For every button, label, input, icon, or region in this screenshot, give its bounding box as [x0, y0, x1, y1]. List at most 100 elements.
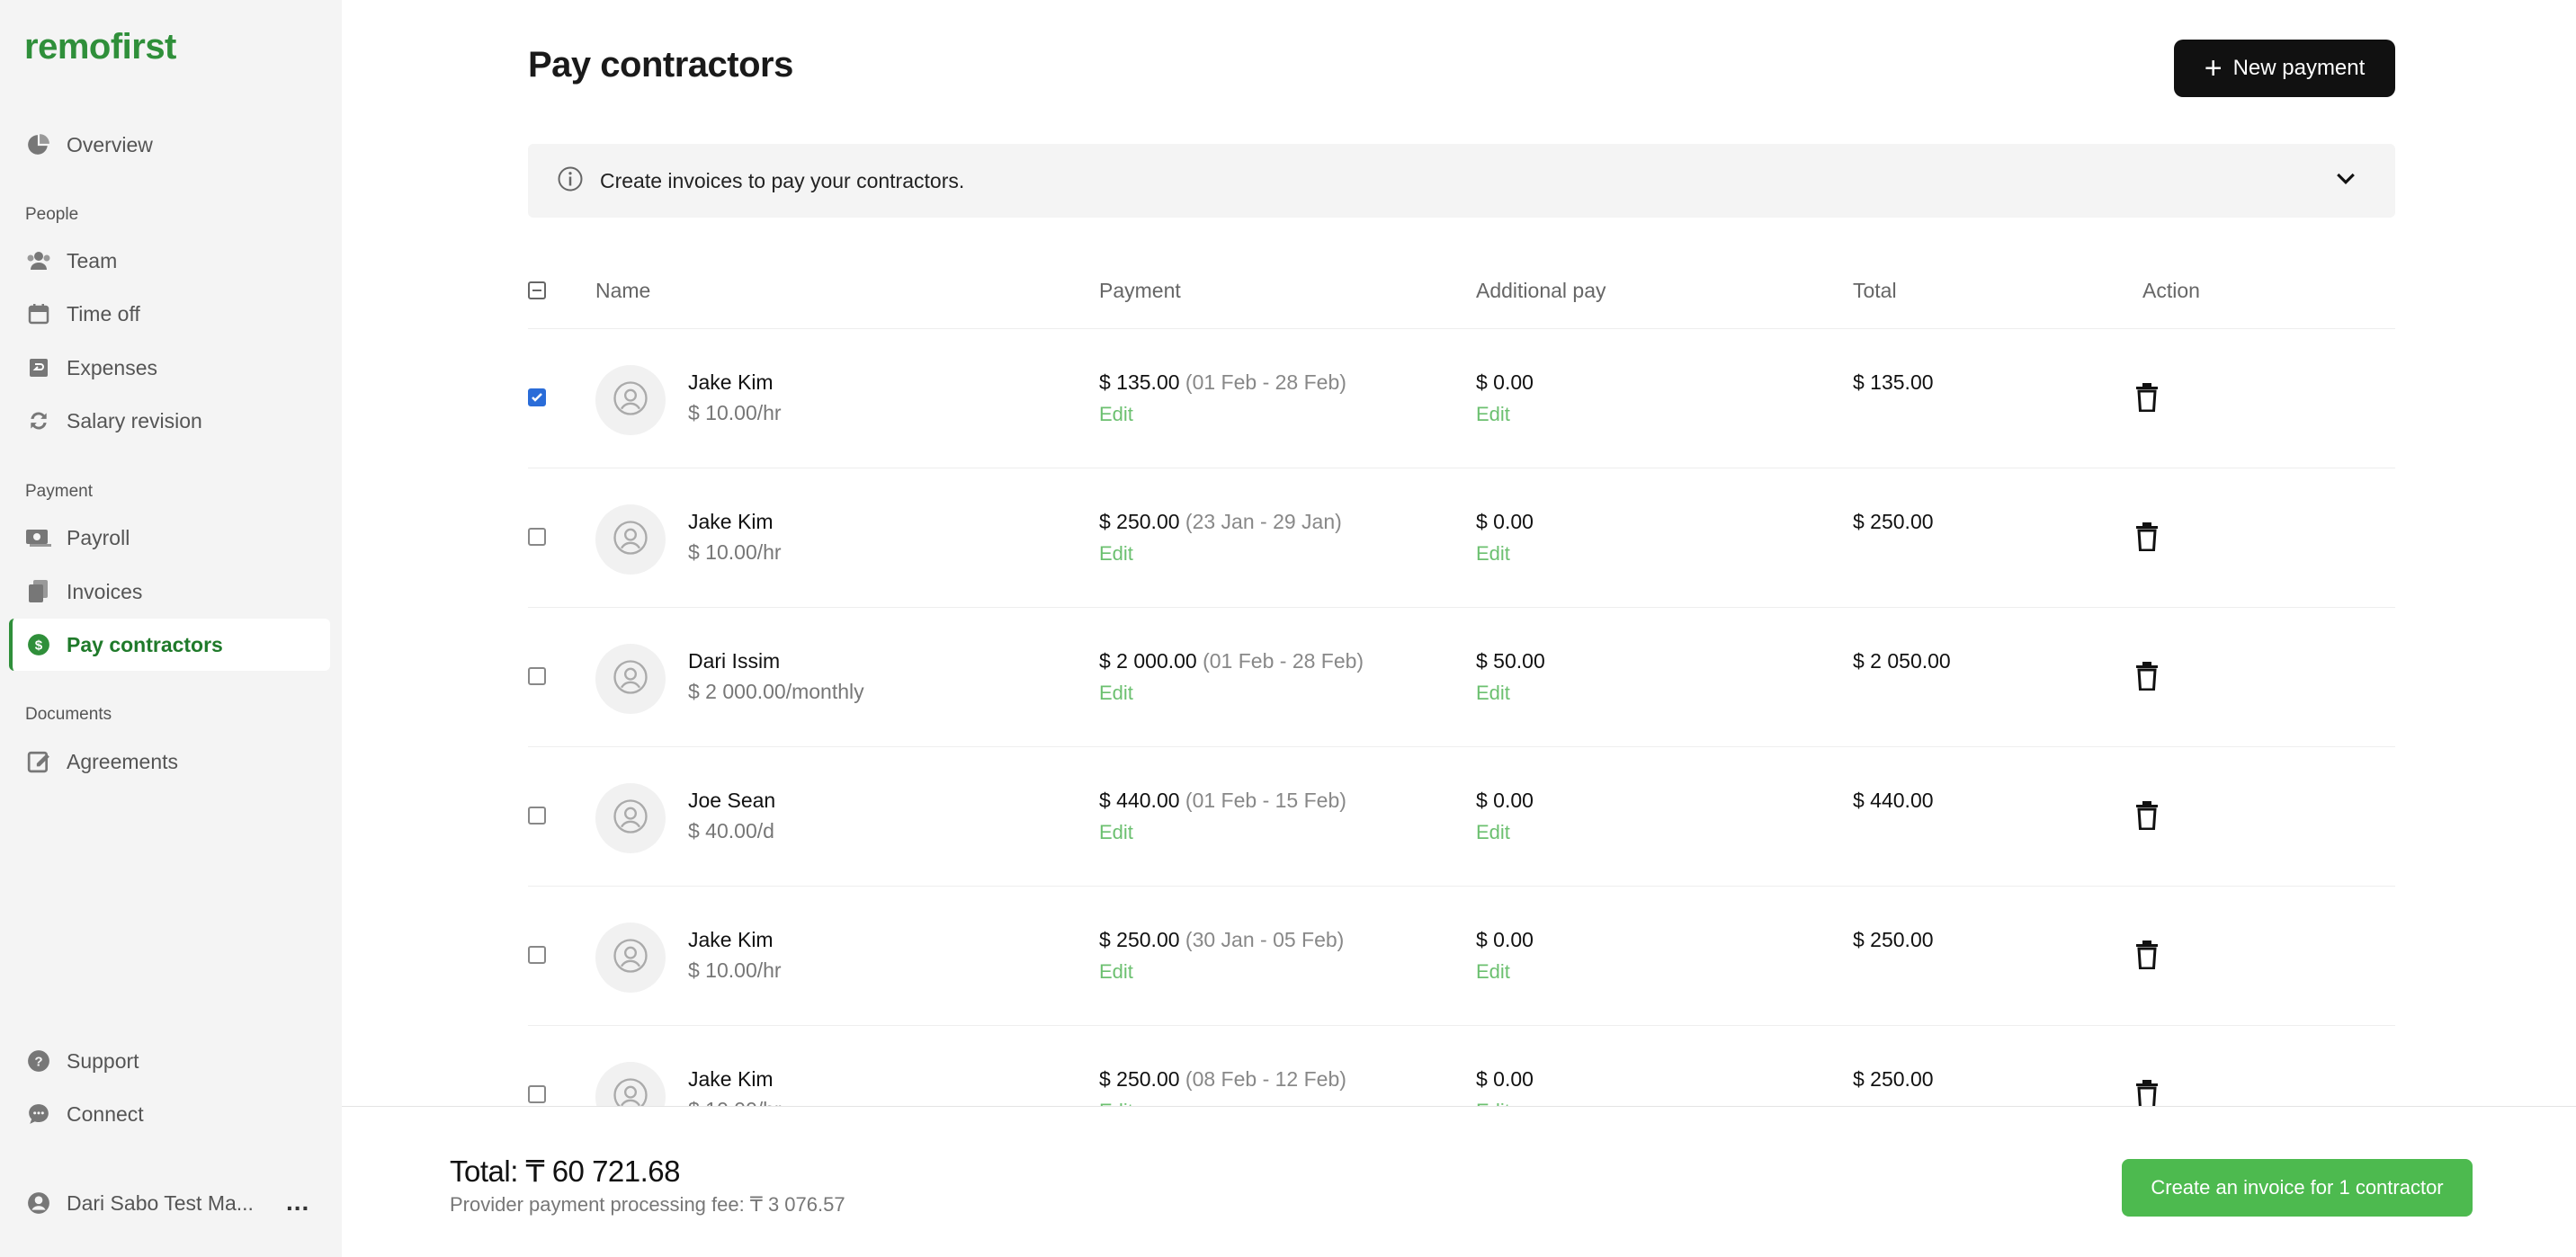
user-placeholder-icon	[613, 380, 648, 421]
info-banner[interactable]: Create invoices to pay your contractors.	[528, 144, 2395, 218]
new-payment-label: New payment	[2232, 56, 2366, 80]
payment-amount: $ 250.00 (30 Jan - 05 Feb)	[1099, 928, 1344, 952]
edit-payment-link[interactable]: Edit	[1099, 542, 1133, 566]
user-placeholder-icon	[613, 798, 648, 839]
avatar	[595, 783, 666, 853]
sidebar-item-label: Team	[67, 248, 118, 272]
sidebar-item-pay-contractors[interactable]: $ Pay contractors	[9, 619, 330, 671]
edit-additional-pay-link[interactable]: Edit	[1476, 821, 1510, 844]
edit-payment-link[interactable]: Edit	[1099, 821, 1133, 844]
indeterminate-icon	[532, 290, 541, 291]
payment-period: (30 Jan - 05 Feb)	[1185, 928, 1345, 951]
avatar	[595, 504, 666, 575]
sidebar-item-payroll[interactable]: Payroll	[9, 512, 330, 564]
user-placeholder-icon	[613, 938, 648, 978]
more-options-icon[interactable]: ...	[286, 1188, 309, 1217]
sidebar-item-label: Support	[67, 1048, 139, 1073]
edit-payment-link[interactable]: Edit	[1099, 960, 1133, 984]
payment-period: (08 Feb - 12 Feb)	[1185, 1067, 1346, 1091]
row-total: $ 440.00	[1853, 789, 1934, 812]
sidebar-item-expenses[interactable]: Expenses	[9, 342, 330, 394]
refresh-icon	[25, 407, 52, 434]
row-checkbox[interactable]	[528, 807, 546, 825]
payment-period: (01 Feb - 28 Feb)	[1185, 370, 1346, 394]
edit-additional-pay-link[interactable]: Edit	[1476, 682, 1510, 705]
sidebar-item-support[interactable]: ? Support	[9, 1035, 330, 1087]
check-icon	[532, 393, 542, 402]
edit-additional-pay-link[interactable]: Edit	[1476, 960, 1510, 984]
contractor-name: Jake Kim	[688, 928, 774, 951]
contractor-name: Jake Kim	[688, 510, 774, 533]
sidebar-item-connect[interactable]: Connect	[9, 1088, 330, 1140]
header-additional-pay: Additional pay	[1476, 279, 1606, 302]
row-checkbox[interactable]	[528, 528, 546, 546]
payment-amount: $ 135.00 (01 Feb - 28 Feb)	[1099, 370, 1346, 395]
footer-bar: Total: ₸ 60 721.68 Provider payment proc…	[342, 1106, 2576, 1257]
info-text: Create invoices to pay your contractors.	[600, 168, 965, 192]
sidebar-item-label: Pay contractors	[67, 632, 223, 656]
edit-additional-pay-link[interactable]: Edit	[1476, 403, 1510, 426]
row-checkbox[interactable]	[528, 1085, 546, 1103]
trash-icon[interactable]	[2135, 522, 2159, 556]
edit-payment-link[interactable]: Edit	[1099, 682, 1133, 705]
dollar-circle-icon: $	[25, 631, 52, 658]
chevron-down-icon[interactable]	[2332, 165, 2359, 197]
table-row: Joe Sean $ 40.00/d $ 440.00 (01 Feb - 15 F…	[528, 747, 2395, 887]
svg-text:?: ?	[34, 1054, 42, 1069]
trash-icon[interactable]	[2135, 801, 2159, 834]
user-menu[interactable]: Dari Sabo Test Ma... ...	[9, 1177, 330, 1229]
money-icon	[25, 524, 52, 551]
avatar	[595, 923, 666, 993]
payment-amount: $ 2 000.00 (01 Feb - 28 Feb)	[1099, 649, 1364, 673]
calendar-icon	[25, 300, 52, 327]
sidebar-item-invoices[interactable]: Invoices	[9, 566, 330, 618]
trash-icon[interactable]	[2135, 383, 2159, 416]
payment-value: $ 135.00	[1099, 370, 1180, 394]
additional-pay: $ 0.00	[1476, 370, 1534, 394]
sidebar-item-agreements[interactable]: Agreements	[9, 735, 330, 788]
table-row: Dari Issim $ 2 000.00/monthly $ 2 000.00 (…	[528, 608, 2395, 747]
select-all-checkbox[interactable]	[528, 281, 546, 299]
new-payment-button[interactable]: + New payment	[2174, 40, 2395, 97]
contractor-rate: $ 10.00/hr	[688, 540, 782, 564]
row-total: $ 135.00	[1853, 370, 1934, 394]
row-checkbox[interactable]	[528, 946, 546, 964]
payment-value: $ 440.00	[1099, 789, 1180, 812]
payment-value: $ 2 000.00	[1099, 649, 1197, 673]
row-total: $ 250.00	[1853, 1067, 1934, 1091]
sidebar-item-overview[interactable]: Overview	[9, 119, 330, 171]
additional-pay: $ 0.00	[1476, 928, 1534, 951]
sidebar-item-time-off[interactable]: Time off	[9, 288, 330, 340]
sidebar-item-label: Expenses	[67, 355, 158, 379]
additional-pay: $ 0.00	[1476, 789, 1534, 812]
edit-additional-pay-link[interactable]: Edit	[1476, 542, 1510, 566]
brand-logo[interactable]: remofirst	[24, 27, 176, 67]
table-row: Jake Kim $ 10.00/hr $ 250.00 (30 Jan - 05 …	[528, 887, 2395, 1026]
users-icon	[25, 247, 52, 274]
receipt-icon	[25, 354, 52, 381]
section-label-people: People	[25, 205, 79, 224]
contractor-name: Jake Kim	[688, 1067, 774, 1091]
contractor-rate: $ 10.00/hr	[688, 401, 782, 424]
sidebar-item-label: Agreements	[67, 749, 179, 773]
plus-icon: +	[2204, 51, 2223, 85]
create-invoice-button[interactable]: Create an invoice for 1 contractor	[2122, 1159, 2473, 1217]
payment-value: $ 250.00	[1099, 1067, 1180, 1091]
row-total: $ 2 050.00	[1853, 649, 1951, 673]
sidebar-item-salary-revision[interactable]: Salary revision	[9, 395, 330, 447]
sidebar-item-label: Salary revision	[67, 408, 202, 432]
trash-icon[interactable]	[2135, 941, 2159, 974]
edit-payment-link[interactable]: Edit	[1099, 403, 1133, 426]
footer-total: Total: ₸ 60 721.68	[450, 1154, 681, 1188]
row-checkbox[interactable]	[528, 388, 546, 406]
row-checkbox[interactable]	[528, 667, 546, 685]
sidebar-item-label: Payroll	[67, 525, 130, 549]
trash-icon[interactable]	[2135, 662, 2159, 695]
payment-amount: $ 440.00 (01 Feb - 15 Feb)	[1099, 789, 1346, 813]
payment-value: $ 250.00	[1099, 928, 1180, 951]
info-icon	[557, 165, 584, 197]
sidebar-item-label: Connect	[67, 1101, 144, 1126]
pie-chart-icon	[25, 131, 52, 158]
sidebar-item-team[interactable]: Team	[9, 235, 330, 287]
footer-fee: Provider payment processing fee: ₸ 3 076…	[450, 1193, 845, 1216]
